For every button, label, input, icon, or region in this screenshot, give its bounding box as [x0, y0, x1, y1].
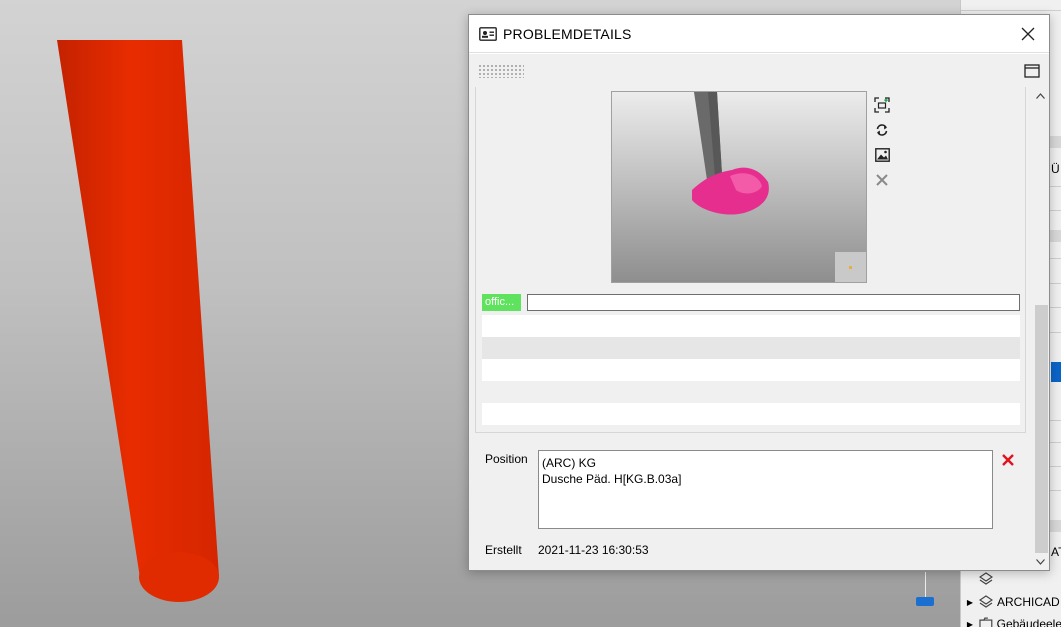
created-label: Erstellt	[485, 543, 522, 557]
tree-item-archicad[interactable]: ▶ ARCHICAD	[965, 591, 1061, 613]
position-label: Position	[485, 452, 528, 466]
vertical-scrollbar[interactable]	[1032, 87, 1049, 570]
delete-image-button[interactable]	[872, 170, 892, 190]
refresh-snapshot-button[interactable]	[872, 120, 892, 140]
list-item[interactable]	[482, 403, 1020, 425]
issue-card-icon	[479, 27, 497, 41]
created-timestamp: 2021-11-23 16:30:53	[538, 543, 649, 557]
tree-item-label: Gebäudeele	[996, 617, 1061, 627]
delete-icon	[876, 174, 888, 186]
drag-grip-icon[interactable]	[478, 64, 524, 78]
close-button[interactable]	[1015, 23, 1041, 45]
position-line-2: Dusche Päd. H[KG.B.03a]	[542, 472, 682, 486]
focus-camera-icon	[874, 97, 890, 113]
tag-chip[interactable]: offic...	[482, 294, 521, 311]
position-line-1: (ARC) KG	[542, 456, 596, 470]
slider-track	[925, 572, 926, 597]
layers-icon	[979, 595, 993, 608]
issue-content-panel: offic...	[475, 87, 1026, 433]
folder-icon	[979, 617, 993, 627]
slider-handle[interactable]	[916, 597, 934, 606]
issue-snapshot-image[interactable]	[611, 91, 867, 283]
dialog-body: offic... Position (ARC) KG Dusche Päd. H…	[469, 54, 1049, 570]
focus-camera-button[interactable]	[872, 95, 892, 115]
dialog-titlebar[interactable]: PROBLEMDETAILS	[469, 15, 1049, 53]
scrollbar-thumb[interactable]	[1035, 305, 1048, 553]
chevron-up-icon	[1036, 92, 1045, 99]
scroll-up-button[interactable]	[1032, 87, 1049, 104]
problem-details-dialog: PROBLEMDETAILS offic... Position (ARC) K…	[468, 14, 1050, 571]
refresh-icon	[876, 124, 888, 136]
expand-arrow-icon[interactable]: ▶	[965, 620, 975, 627]
list-item[interactable]	[482, 337, 1020, 359]
position-field[interactable]: (ARC) KG Dusche Päd. H[KG.B.03a]	[538, 450, 993, 529]
tag-input[interactable]	[527, 294, 1020, 311]
close-icon	[1021, 27, 1035, 41]
image-icon	[874, 148, 890, 162]
panel-label-fragment-2: AT	[1051, 545, 1061, 559]
list-item[interactable]	[482, 359, 1020, 381]
tree-item-gebaeudeelemente[interactable]: ▶ Gebäudeele	[965, 613, 1061, 627]
panel-label-fragment: Ü	[1051, 162, 1060, 176]
layers-icon	[979, 572, 993, 585]
snapshot-render	[612, 92, 866, 282]
dialog-title: PROBLEMDETAILS	[503, 26, 632, 42]
remove-icon	[1002, 454, 1014, 466]
list-item[interactable]	[482, 381, 1020, 403]
scroll-down-button[interactable]	[1032, 553, 1049, 570]
maximize-icon[interactable]	[1024, 64, 1040, 78]
chevron-down-icon	[1036, 558, 1045, 565]
open-image-button[interactable]	[872, 145, 892, 165]
remove-position-button[interactable]	[999, 451, 1017, 469]
selected-row-highlight[interactable]	[1051, 362, 1061, 382]
list-item[interactable]	[482, 315, 1020, 337]
expand-arrow-icon[interactable]: ▶	[965, 598, 975, 607]
tree-item-label: ARCHICAD	[997, 595, 1060, 609]
tree-item-layer[interactable]	[965, 568, 1061, 590]
